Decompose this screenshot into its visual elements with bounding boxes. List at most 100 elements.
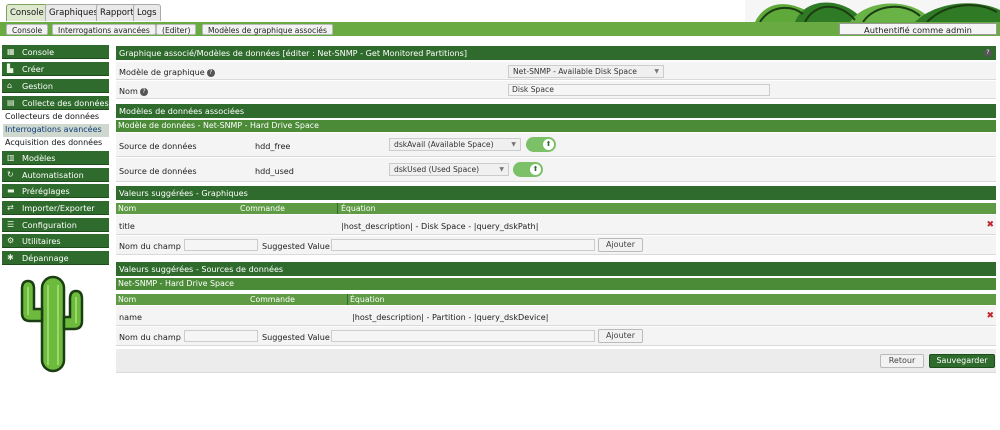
name-label: Nom? (119, 86, 148, 96)
sidebar-item-label: Collecte des données (22, 98, 109, 108)
breadcrumb-console[interactable]: Console (6, 24, 49, 35)
col-name: Nom (118, 204, 137, 213)
chart-icon: ▙ (7, 64, 14, 73)
graph-sugg-columns: Nom Commande Équation (116, 203, 996, 214)
ds-row-label: Source de données (119, 166, 197, 176)
sidebar-item-automatisation[interactable]: ↻ Automatisation (2, 168, 109, 182)
sidebar-item-modeles[interactable]: ▥ Modèles (2, 151, 109, 165)
top-tab-bar: Console Graphiques Rapport Logs (0, 0, 1000, 22)
graph-suggested-header: Valeurs suggérées - Graphiques (116, 186, 996, 200)
sidebar-subitem-interrogations[interactable]: Interrogations avancées (3, 124, 109, 137)
gears-icon: ⚙ (7, 236, 15, 245)
sidebar-item-label: Configuration (22, 220, 77, 230)
ds-row-equation: |host_description| - Partition - |query_… (352, 312, 549, 322)
cactus-logo-icon (20, 275, 84, 373)
ds-row-toggle[interactable]: ⬆ (513, 162, 543, 177)
graph-template-label-text: Modèle de graphique (119, 67, 205, 77)
graph-template-select[interactable]: Net-SNMP - Available Disk Space ▼ (508, 65, 664, 78)
auth-status[interactable]: Authentifié comme admin (839, 23, 997, 35)
ds-row-name: name (119, 312, 142, 322)
col-name: Nom (118, 295, 137, 304)
ds-row-name: hdd_free (255, 141, 291, 151)
suggested-value-input[interactable] (331, 330, 595, 342)
add-button[interactable]: Ajouter (598, 329, 643, 343)
col-command: Commande (240, 204, 285, 213)
field-name-input[interactable] (184, 330, 258, 342)
home-icon: ⌂ (7, 81, 13, 90)
sidebar-item-collecte[interactable]: ▤ Collecte des données (2, 96, 109, 110)
question-icon[interactable]: ? (139, 87, 148, 96)
sidebar-item-label: Gestion (22, 81, 53, 91)
field-name-input[interactable] (184, 239, 258, 251)
graph-row-name: title (119, 221, 135, 231)
save-button[interactable]: Sauvegarder (929, 354, 995, 368)
table-row: name |host_description| - Partition - |q… (116, 306, 996, 326)
tab-console[interactable]: Console (6, 4, 48, 21)
sidebar-item-gestion[interactable]: ⌂ Gestion (2, 79, 109, 93)
help-icon[interactable]: ? (984, 49, 992, 57)
ds-sugg-columns: Nom Commande Équation (116, 294, 996, 305)
breadcrumb: Console Interrogations avancées (Editer)… (0, 22, 1000, 36)
tab-rapport[interactable]: Rapport (96, 4, 138, 21)
field-name-label: Nom du champ (119, 241, 181, 251)
bug-icon: ✱ (7, 253, 14, 262)
suggested-value-label: Suggested Value (262, 241, 330, 251)
presets-icon: ▬ (7, 186, 15, 195)
column-divider (347, 294, 348, 305)
tab-graphiques[interactable]: Graphiques (45, 4, 102, 21)
sidebar-item-prereglages[interactable]: ▬ Préréglages (2, 184, 109, 198)
ds-row-select[interactable]: dskUsed (Used Space) ▼ (389, 163, 509, 176)
breadcrumb-interrogations[interactable]: Interrogations avancées (52, 24, 156, 35)
col-equation: Équation (350, 295, 385, 304)
page-title: Graphique associé/Modèles de données [éd… (116, 46, 996, 60)
ds-row-toggle[interactable]: ⬆ (526, 137, 556, 152)
caret-down-icon: ▼ (654, 68, 659, 75)
sidebar-item-label: Créer (22, 64, 45, 74)
field-name-label: Nom du champ (119, 332, 181, 342)
graph-template-label: Modèle de graphique? (119, 67, 215, 77)
sidebar-item-label: Importer/Exporter (22, 203, 95, 213)
sync-icon: ↻ (7, 170, 14, 179)
arrow-up-icon: ⬆ (530, 164, 541, 175)
sidebar-item-depannage[interactable]: ✱ Dépannage (2, 251, 109, 265)
graph-row-equation: |host_description| - Disk Space - |query… (341, 221, 539, 231)
col-command: Commande (250, 295, 295, 304)
breadcrumb-editer[interactable]: (Editer) (156, 24, 197, 35)
sidebar-subitem-collecteurs[interactable]: Collecteurs de données (3, 111, 109, 124)
suggested-value-input[interactable] (331, 239, 595, 251)
templates-icon: ▥ (7, 153, 15, 162)
ds-suggested-header: Valeurs suggérées - Sources de données (116, 262, 996, 276)
ds-suggested-subheader: Net-SNMP - Hard Drive Space (116, 278, 996, 290)
sidebar-item-configuration[interactable]: ☰ Configuration (2, 218, 109, 232)
suggested-value-label: Suggested Value (262, 332, 330, 342)
sidebar-item-creer[interactable]: ▙ Créer (2, 62, 109, 76)
back-button[interactable]: Retour (880, 354, 924, 368)
caret-down-icon: ▼ (499, 166, 504, 173)
sidebar-item-label: Préréglages (22, 186, 70, 196)
main-content: Graphique associé/Modèles de données [éd… (116, 43, 996, 430)
sidebar-item-label: Automatisation (22, 170, 84, 180)
exchange-icon: ⇄ (7, 203, 14, 212)
sidebar-subitem-acquisition[interactable]: Acquisition des données (3, 137, 109, 150)
add-button[interactable]: Ajouter (598, 238, 643, 252)
sidebar-item-importer[interactable]: ⇄ Importer/Exporter (2, 201, 109, 215)
database-icon: ▤ (7, 98, 15, 107)
delete-icon[interactable]: ✖ (986, 311, 994, 321)
name-input[interactable]: Disk Space (508, 84, 770, 96)
graph-template-row: Modèle de graphique? Net-SNMP - Availabl… (116, 62, 996, 80)
ds-row-value: dskAvail (Available Space) (394, 140, 494, 149)
column-divider (337, 203, 338, 214)
ds-row-select[interactable]: dskAvail (Available Space) ▼ (389, 138, 521, 151)
sidebar-item-utilitaires[interactable]: ⚙ Utilitaires (2, 234, 109, 248)
tab-logs[interactable]: Logs (133, 4, 161, 21)
action-bar: Retour Sauvegarder (116, 349, 996, 373)
name-label-text: Nom (119, 86, 138, 96)
col-equation: Équation (341, 204, 376, 213)
cacti-banner-logo (745, 0, 1000, 22)
delete-icon[interactable]: ✖ (986, 220, 994, 230)
question-icon[interactable]: ? (206, 68, 215, 77)
sidebar-item-label: Utilitaires (22, 236, 61, 246)
sidebar-item-console[interactable]: ▦ Console (2, 45, 109, 59)
data-templates-section-header: Modèles de données associées (116, 104, 996, 118)
graph-add-row: Nom du champ Suggested Value Ajouter (116, 236, 996, 255)
